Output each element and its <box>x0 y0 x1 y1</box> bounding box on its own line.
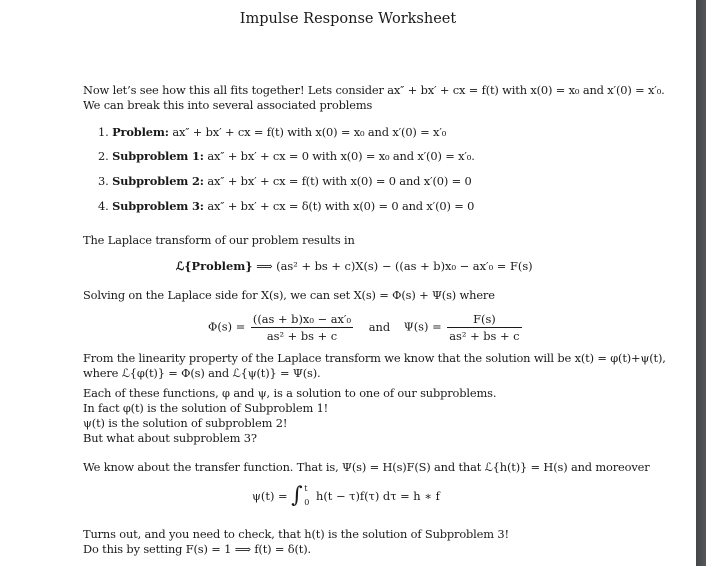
laplace-eq-lhs: ℒ{Problem} <box>176 259 253 273</box>
conv-lhs: ψ(t) = <box>252 489 288 503</box>
each-line-2: In fact φ(t) is the solution of Subprobl… <box>83 401 329 415</box>
item-text: ax″ + bx′ + cx = 0 with x(0) = x₀ and x′… <box>207 149 475 163</box>
document-page: Impulse Response Worksheet Now let’s see… <box>0 0 696 566</box>
item-number: 2. <box>98 149 109 163</box>
viewer-edge-strip <box>696 0 706 566</box>
laplace-intro: The Laplace transform of our problem res… <box>83 233 355 247</box>
problem-item-2: 2. Subproblem 1: ax″ + bx′ + cx = 0 with… <box>98 149 475 163</box>
psi-denominator: as² + bs + c <box>449 329 520 343</box>
integral-sign: ∫ <box>291 482 303 508</box>
intro-line-2: We can break this into several associate… <box>83 98 373 112</box>
conv-rhs: h(t − τ)f(τ) dτ = h ∗ f <box>316 489 440 503</box>
linearity-line-2: where ℒ{φ(t)} = Φ(s) and ℒ{ψ(t)} = Ψ(s). <box>83 366 321 380</box>
item-text: ax″ + bx′ + cx = δ(t) with x(0) = 0 and … <box>207 199 475 213</box>
upper-limit: t <box>304 484 308 493</box>
item-label: Problem: <box>112 125 169 139</box>
integral-limits: t 0 <box>304 482 309 510</box>
phi-psi-equation: Φ(s) = ((as + b)x₀ − ax′₀ as² + bs + c a… <box>208 312 524 343</box>
laplace-equation: ℒ{Problem} ⟹ (as² + bs + c)X(s) − ((as +… <box>176 259 533 273</box>
item-label: Subproblem 3: <box>112 199 204 213</box>
item-number: 4. <box>98 199 109 213</box>
item-label: Subproblem 2: <box>112 174 204 188</box>
item-text: ax″ + bx′ + cx = f(t) with x(0) = 0 and … <box>207 174 472 188</box>
each-line-1: Each of these functions, φ and ψ, is a s… <box>83 386 497 400</box>
psi-fraction: F(s) as² + bs + c <box>447 312 522 343</box>
problem-item-4: 4. Subproblem 3: ax″ + bx′ + cx = δ(t) w… <box>98 199 474 213</box>
lower-limit: 0 <box>304 498 310 507</box>
closing-line-2: Do this by setting F(s) = 1 ⟹ f(t) = δ(t… <box>83 542 311 556</box>
linearity-line-1: From the linearity property of the Lapla… <box>83 351 666 365</box>
item-number: 1. <box>98 125 109 139</box>
each-line-4: But what about subproblem 3? <box>83 431 257 445</box>
phi-fraction: ((as + b)x₀ − ax′₀ as² + bs + c <box>250 312 354 343</box>
phi-lhs: Φ(s) = <box>208 319 246 334</box>
transfer-line: We know about the transfer function. Tha… <box>83 460 650 474</box>
phi-denominator: as² + bs + c <box>266 329 338 343</box>
and-word: and <box>368 319 391 334</box>
psi-lhs: Ψ(s) = <box>403 319 442 334</box>
convolution-equation: ψ(t) = ∫ t 0 h(t − τ)f(τ) dτ = h ∗ f <box>252 482 440 510</box>
laplace-eq-rhs: ⟹ (as² + bs + c)X(s) − ((as + b)x₀ − ax′… <box>256 259 533 273</box>
item-text: ax″ + bx′ + cx = f(t) with x(0) = x₀ and… <box>172 125 447 139</box>
psi-numerator: F(s) <box>447 312 522 328</box>
phi-numerator: ((as + b)x₀ − ax′₀ <box>250 312 354 328</box>
problem-item-3: 3. Subproblem 2: ax″ + bx′ + cx = f(t) w… <box>98 174 472 188</box>
problem-item-1: 1. Problem: ax″ + bx′ + cx = f(t) with x… <box>98 125 446 139</box>
item-number: 3. <box>98 174 109 188</box>
intro-line-1: Now let’s see how this all fits together… <box>83 83 665 97</box>
each-line-3: ψ(t) is the solution of subproblem 2! <box>83 416 288 430</box>
closing-line-1: Turns out, and you need to check, that h… <box>83 527 509 541</box>
document-title: Impulse Response Worksheet <box>239 11 457 27</box>
item-label: Subproblem 1: <box>112 149 204 163</box>
solving-line: Solving on the Laplace side for X(s), we… <box>83 288 495 302</box>
